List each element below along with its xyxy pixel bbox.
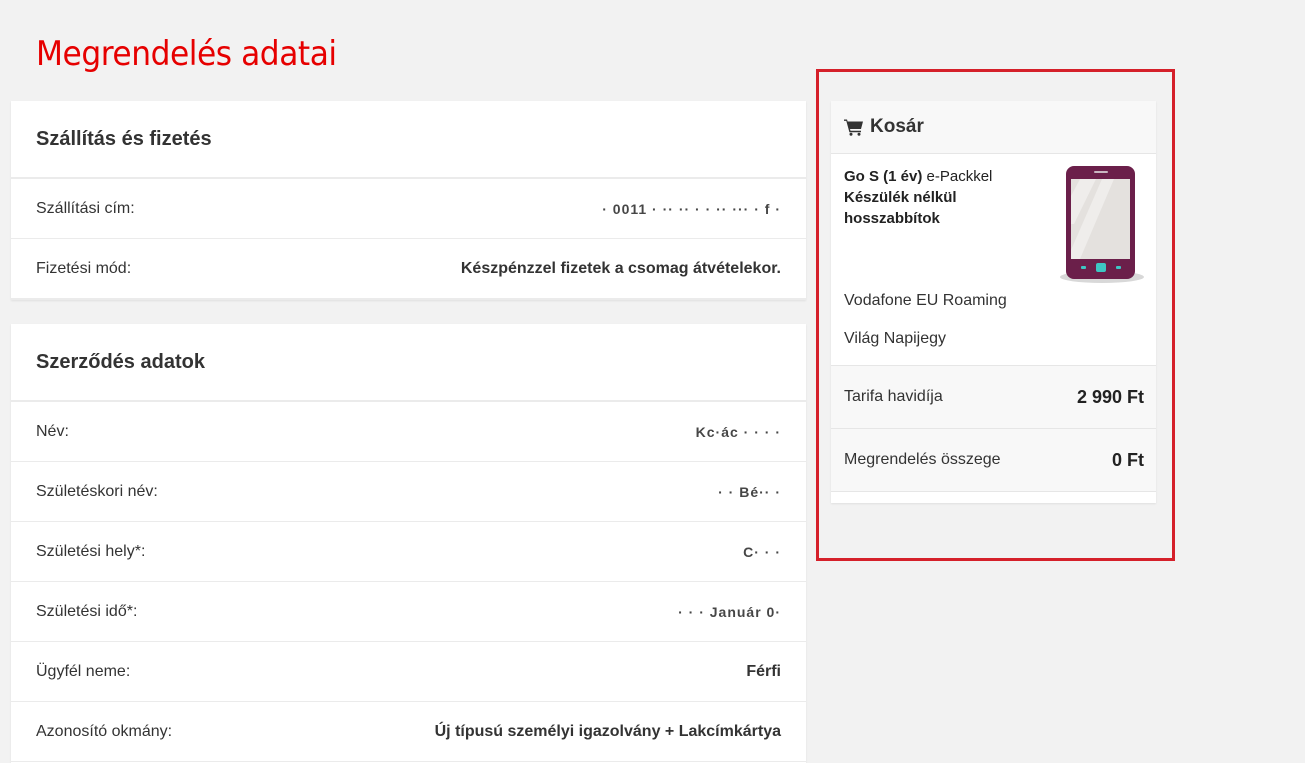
monthly-fee-amount: 2 990 Ft [1076, 386, 1144, 407]
monthly-fee-row: Tarifa havidíja 2 990 Ft [831, 366, 1156, 429]
birth-place-value: C· · · [743, 543, 781, 560]
birth-date-label: Születési idő*: [36, 602, 138, 620]
order-total-amount: 0 Ft [1111, 449, 1144, 470]
page-title: Megrendelés adatai [36, 34, 337, 74]
contract-row-gender: Ügyfél neme: Férfi [11, 642, 806, 702]
addon-world-daypass: Világ Napijegy [844, 330, 946, 347]
contract-row-name: Név: Kc·ác · · · · [11, 402, 806, 462]
payment-method-value: Készpénzzel fizetek a csomag átvételekor… [460, 259, 781, 277]
cart-product: Go S (1 év) e-Packkel Készülék nélkül ho… [831, 154, 1156, 366]
contract-heading: Szerződés adatok [11, 324, 806, 402]
cart-title: Kosár [870, 116, 924, 137]
birth-name-value: · · Bé·· · [718, 483, 781, 500]
contract-row-birth-date: Születési idő*: · · · Január 0· [11, 582, 806, 642]
monthly-fee-label: Tarifa havidíja [844, 388, 943, 405]
contract-row-birth-name: Születéskori név: · · Bé·· · [11, 462, 806, 522]
product-name-bold: Go S (1 év) [844, 168, 923, 185]
shipping-heading: Szállítás és fizetés [11, 101, 806, 179]
id-document-label: Azonosító okmány: [36, 722, 173, 740]
name-value: Kc·ác · · · · [695, 423, 781, 440]
contract-row-birth-place: Születési hely*: C· · · [11, 522, 806, 582]
cart-header: Kosár [831, 101, 1156, 154]
birth-place-label: Születési hely*: [36, 542, 146, 560]
shipping-card: Szállítás és fizetés Szállítási cím: · 0… [11, 101, 806, 300]
contract-row-id-document: Azonosító okmány: Új típusú személyi iga… [11, 702, 806, 762]
shipping-address-row: Szállítási cím: · 0011 · ·· ·· · · ·· ··… [11, 179, 806, 239]
birth-date-value: · · · Január 0· [678, 603, 781, 620]
product-name: Go S (1 év) e-Packkel [844, 166, 1044, 187]
cart-panel: Kosár Go S (1 év) e-Packkel Készülék nél… [831, 101, 1156, 503]
addon-eu-roaming: Vodafone EU Roaming [844, 292, 1007, 309]
smartphone-icon [1060, 166, 1144, 283]
order-total-label: Megrendelés összege [844, 451, 1001, 468]
gender-label: Ügyfél neme: [36, 662, 131, 680]
order-total-row: Megrendelés összege 0 Ft [831, 429, 1156, 492]
id-document-value: Új típusú személyi igazolvány + Lakcímká… [434, 722, 781, 740]
birth-name-label: Születéskori név: [36, 482, 158, 500]
shipping-address-value: · 0011 · ·· ·· · · ·· ··· · f · [602, 200, 781, 217]
shipping-address-label: Szállítási cím: [36, 199, 135, 217]
shopping-cart-icon [844, 119, 863, 136]
contract-card: Szerződés adatok Név: Kc·ác · · · · Szül… [11, 324, 806, 763]
payment-method-label: Fizetési mód: [36, 259, 132, 277]
name-label: Név: [36, 422, 69, 440]
gender-value: Férfi [746, 662, 781, 680]
payment-method-row: Fizetési mód: Készpénzzel fizetek a csom… [11, 239, 806, 300]
product-name-rest: e-Packkel [922, 168, 993, 185]
